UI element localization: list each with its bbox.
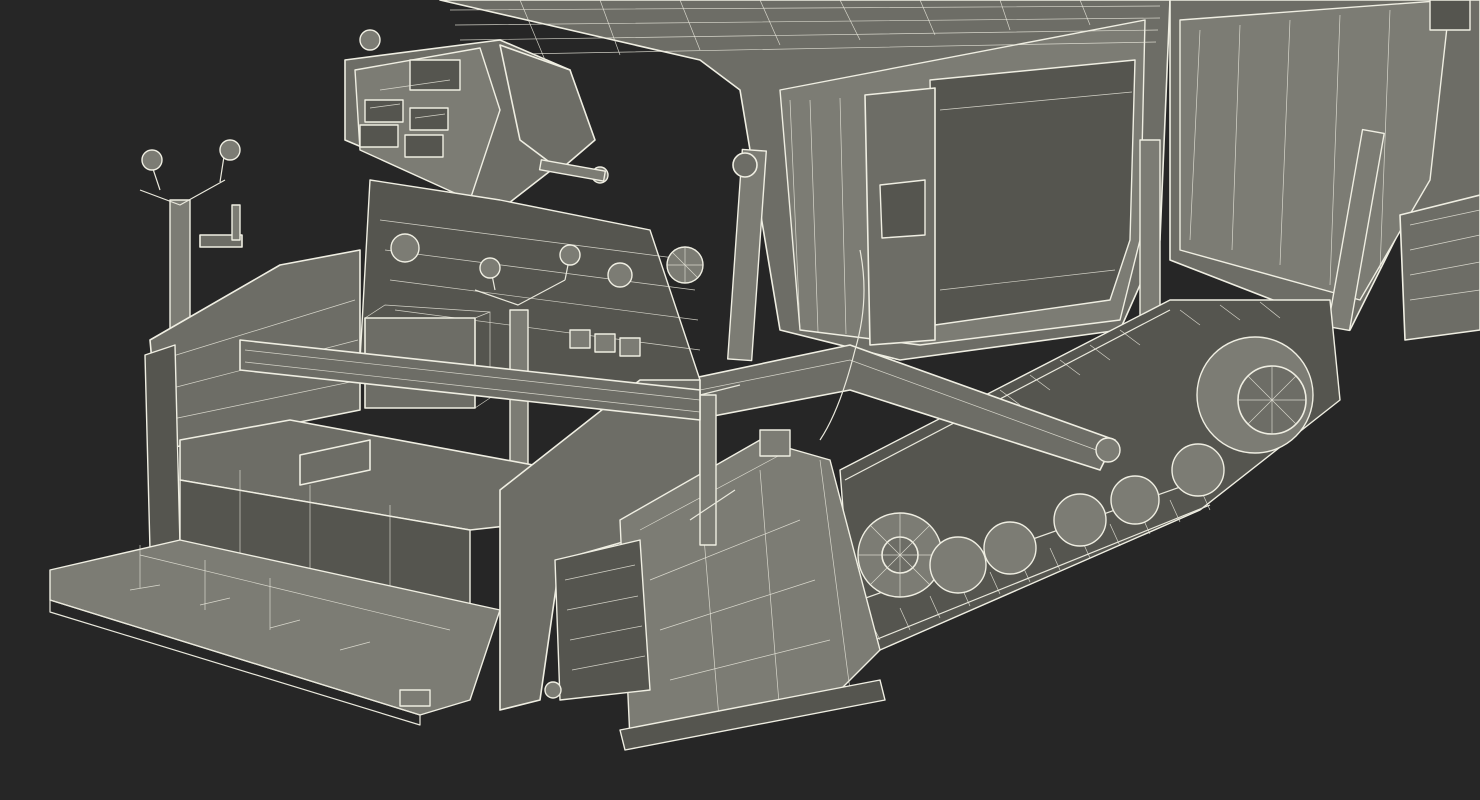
- road-wheel: [929, 536, 987, 594]
- road-wheel: [1171, 443, 1225, 497]
- display-screen: [409, 59, 461, 91]
- operator-platform: [49, 419, 561, 726]
- road-wheel: [1053, 493, 1107, 547]
- road-wheel: [1110, 475, 1160, 525]
- road-wheel: [983, 521, 1037, 575]
- wireframe-machine-render: [49, 0, 1480, 751]
- front-push-frame: [499, 379, 886, 751]
